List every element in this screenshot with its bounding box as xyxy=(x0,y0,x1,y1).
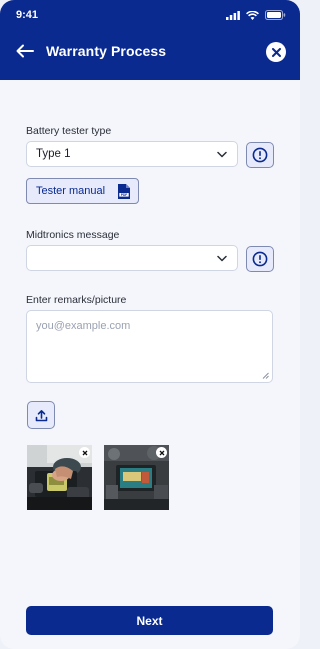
battery-icon xyxy=(265,10,286,20)
tester-manual-button[interactable]: Tester manual PDF xyxy=(26,178,139,204)
close-button[interactable] xyxy=(266,42,286,62)
remove-attachment-button[interactable] xyxy=(156,447,167,458)
back-arrow-icon xyxy=(16,44,34,58)
signal-icon xyxy=(226,10,240,20)
resize-handle-icon[interactable] xyxy=(262,372,269,379)
remarks-label: Enter remarks/picture xyxy=(26,294,127,306)
header: 9:41 Warranty Process xyxy=(0,0,300,80)
upload-icon xyxy=(35,409,47,421)
midtronics-info-button[interactable] xyxy=(246,246,274,272)
tester-type-select[interactable]: Type 1 xyxy=(26,141,238,167)
title-bar: Warranty Process xyxy=(0,34,300,72)
attachment-thumbnail[interactable] xyxy=(27,445,92,510)
back-button[interactable] xyxy=(14,40,36,62)
upload-button[interactable] xyxy=(27,401,55,429)
attachment-thumbnail[interactable] xyxy=(104,445,169,510)
pdf-icon: PDF xyxy=(118,184,130,199)
status-time: 9:41 xyxy=(16,9,39,21)
chevron-down-icon xyxy=(217,151,227,158)
close-icon xyxy=(271,47,281,57)
status-bar: 9:41 xyxy=(0,0,300,30)
tester-type-value: Type 1 xyxy=(36,148,71,160)
wifi-icon xyxy=(246,10,259,20)
tester-type-label: Battery tester type xyxy=(26,125,112,137)
info-icon xyxy=(252,147,268,163)
midtronics-label: Midtronics message xyxy=(26,229,120,241)
remarks-placeholder: you@example.com xyxy=(36,320,131,332)
tester-manual-label: Tester manual xyxy=(36,185,106,197)
tester-type-info-button[interactable] xyxy=(246,142,274,168)
midtronics-select[interactable] xyxy=(26,245,238,271)
next-button[interactable]: Next xyxy=(26,606,273,635)
remarks-textarea[interactable]: you@example.com xyxy=(26,310,273,383)
svg-text:PDF: PDF xyxy=(121,193,127,197)
remove-icon xyxy=(82,450,87,455)
remove-icon xyxy=(159,450,164,455)
remove-attachment-button[interactable] xyxy=(79,447,90,458)
info-icon xyxy=(252,251,268,267)
app-screen: 9:41 Warranty Process Battery tester typ… xyxy=(0,0,300,649)
status-icons xyxy=(226,10,286,20)
chevron-down-icon xyxy=(217,255,227,262)
page-title: Warranty Process xyxy=(46,43,167,59)
